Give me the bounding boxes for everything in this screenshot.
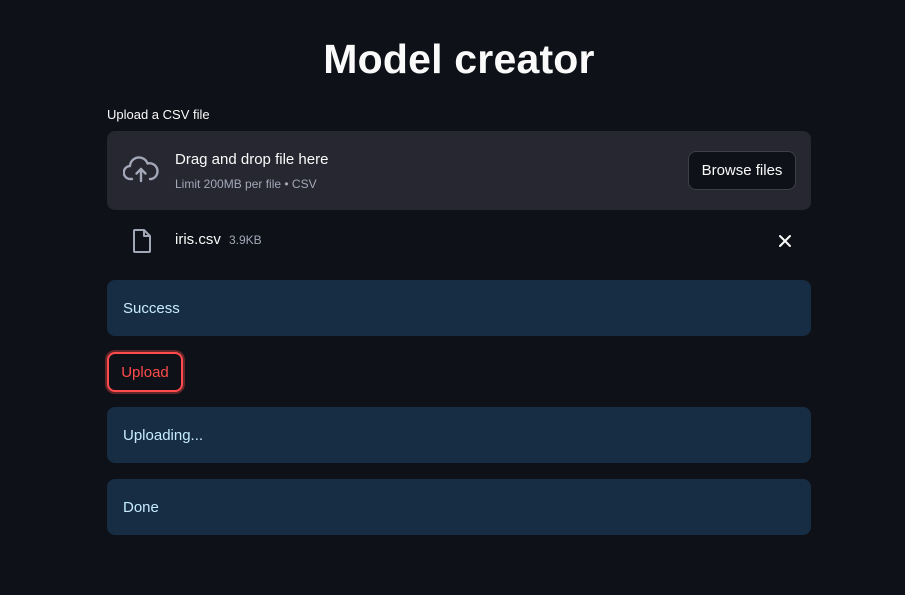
uploaded-file-item: iris.csv 3.9KB	[107, 222, 811, 260]
file-name: iris.csv	[175, 231, 221, 248]
file-uploader-label: Upload a CSV file	[107, 107, 210, 122]
dropzone-title: Drag and drop file here	[175, 151, 329, 168]
upload-button[interactable]: Upload	[107, 352, 183, 392]
dropzone-limit-text: Limit 200MB per file • CSV	[175, 177, 317, 191]
cloud-upload-icon	[122, 155, 159, 185]
done-alert: Done	[107, 479, 811, 535]
close-icon[interactable]	[775, 231, 795, 251]
success-alert: Success	[107, 280, 811, 336]
uploading-alert: Uploading...	[107, 407, 811, 463]
page-title: Model creator	[323, 36, 595, 82]
browse-files-button[interactable]: Browse files	[688, 151, 796, 190]
file-size: 3.9KB	[229, 233, 262, 247]
file-icon	[131, 228, 153, 254]
file-dropzone[interactable]: Drag and drop file here Limit 200MB per …	[107, 131, 811, 210]
app-root: Model creator Upload a CSV file Drag and…	[0, 0, 905, 595]
